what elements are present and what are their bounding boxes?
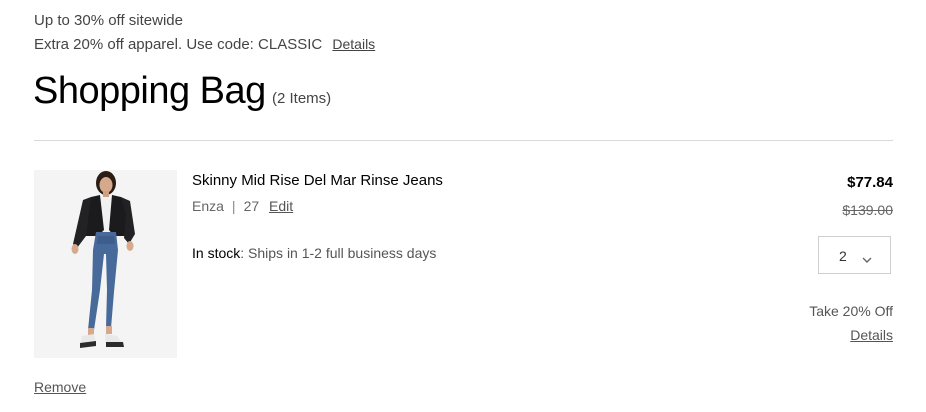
product-attributes: Enza | 27 Edit: [192, 198, 293, 214]
attribute-separator: |: [231, 198, 236, 214]
item-count: (2 Items): [272, 90, 332, 107]
edit-link[interactable]: Edit: [269, 198, 293, 214]
quantity-value: 2: [839, 248, 847, 264]
product-image[interactable]: [34, 170, 177, 358]
sale-price: $77.84: [847, 174, 893, 191]
promo-text: Extra 20% off apparel. Use code: CLASSIC: [34, 36, 323, 53]
divider: [34, 140, 893, 141]
product-name[interactable]: Skinny Mid Rise Del Mar Rinse Jeans: [192, 172, 443, 189]
promo-line-1: Up to 30% off sitewide: [34, 12, 183, 29]
product-color: Enza: [192, 198, 224, 214]
offer-text: Take 20% Off: [809, 303, 893, 319]
product-size: 27: [243, 198, 260, 214]
stock-status: In stock: [192, 245, 241, 261]
quantity-select[interactable]: 2: [818, 236, 891, 274]
offer-details-link[interactable]: Details: [850, 327, 893, 343]
stock-info: In stock: Ships in 1-2 full business day…: [192, 245, 436, 261]
page-title: Shopping Bag: [33, 70, 266, 112]
original-price: $139.00: [842, 202, 893, 218]
chevron-down-icon: [862, 251, 872, 269]
promo-line-2: Extra 20% off apparel. Use code: CLASSIC…: [34, 35, 375, 54]
stock-detail: : Ships in 1-2 full business days: [240, 245, 437, 261]
remove-link[interactable]: Remove: [34, 379, 86, 395]
promo-details-link[interactable]: Details: [332, 36, 375, 52]
product-photo-illustration: [34, 170, 177, 358]
